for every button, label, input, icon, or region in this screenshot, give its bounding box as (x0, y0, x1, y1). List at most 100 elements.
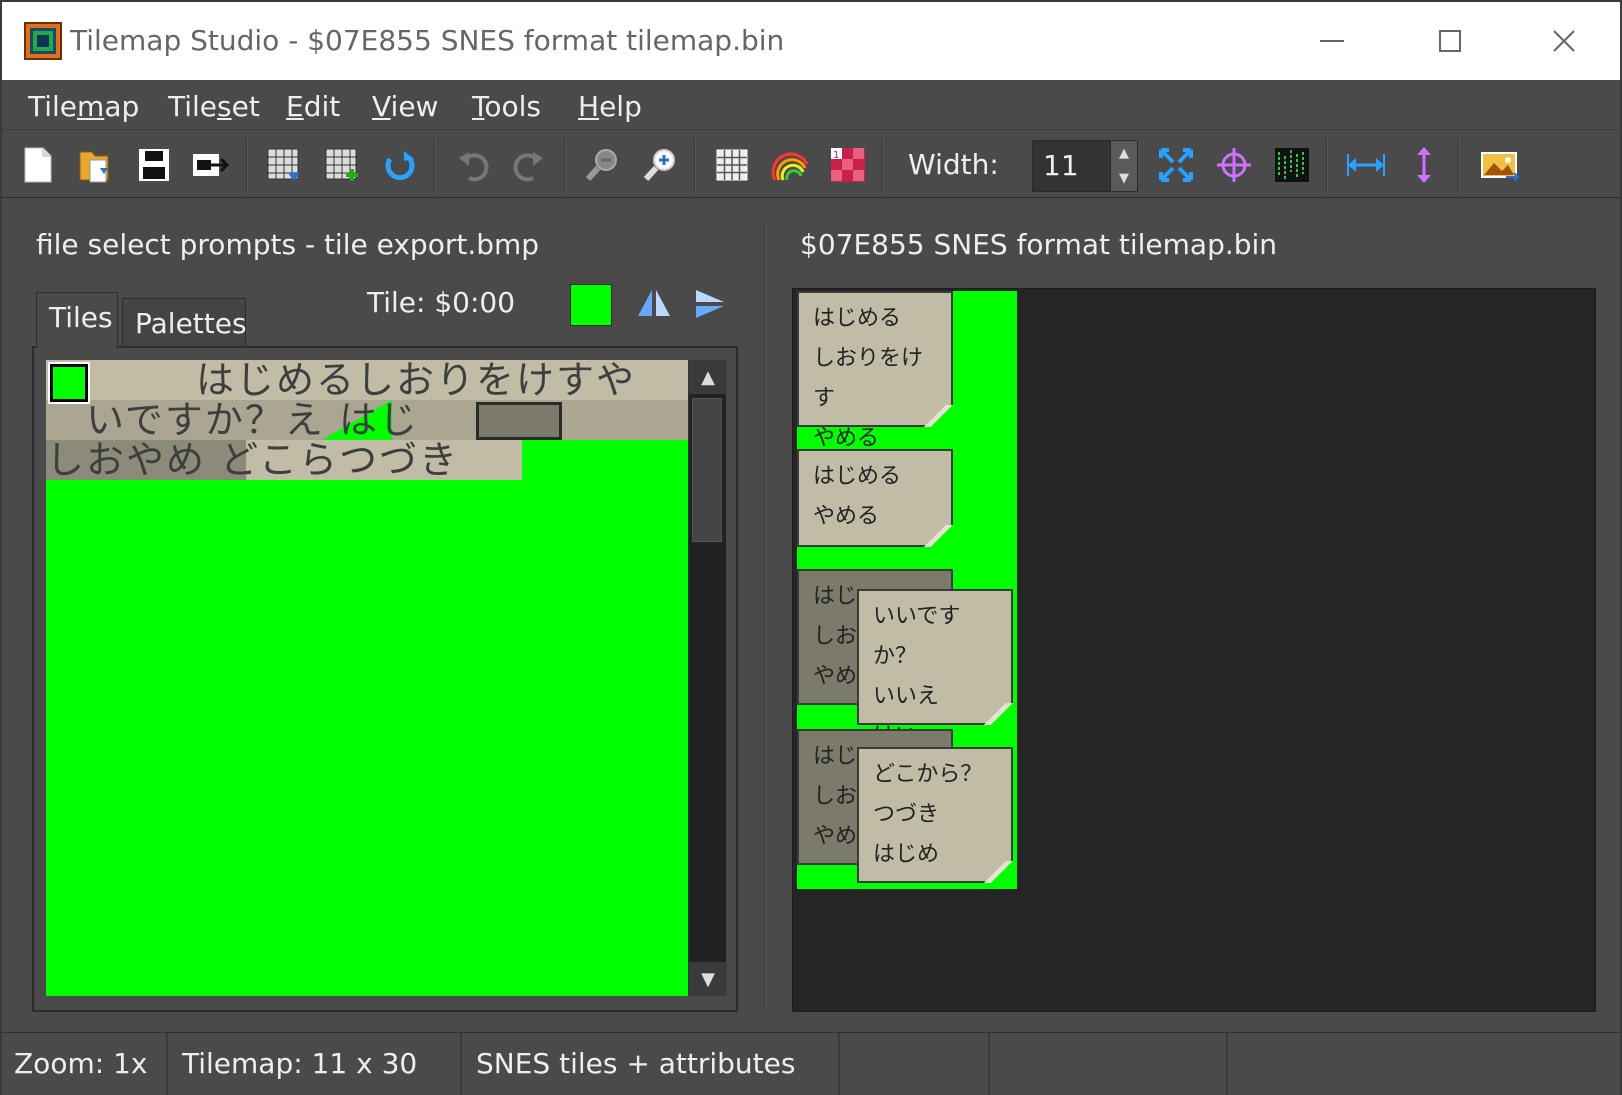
tab-tiles[interactable]: Tiles (36, 292, 118, 348)
width-spinner[interactable]: ▲ ▼ (1110, 140, 1138, 192)
panel-splitter[interactable] (764, 222, 766, 1012)
toolbar-separator (882, 138, 884, 194)
height-resize-button[interactable] (1400, 142, 1448, 188)
new-button[interactable] (14, 142, 62, 188)
transpose-icon (1275, 148, 1309, 182)
svg-text:1: 1 (833, 150, 839, 161)
box-line: いいですか？ (873, 604, 961, 669)
menu-tilemap[interactable]: Tilemap (28, 90, 139, 123)
menu-tools[interactable]: Tools (472, 90, 541, 123)
prompt-box: どこから？ つづき はじめ (857, 747, 1013, 883)
zoom-in-icon (643, 149, 675, 182)
prompt-box: はじめる やめる (797, 449, 953, 547)
minimize-button[interactable] (1302, 16, 1362, 66)
toolbar: 1 Width: 11 ▲ ▼ (2, 132, 1620, 198)
undo-button[interactable] (448, 142, 496, 188)
menu-view[interactable]: View (372, 90, 438, 123)
menu-edit[interactable]: Edit (286, 90, 340, 123)
status-empty (842, 1033, 990, 1095)
menu-mnemonic: T (472, 90, 485, 123)
rainbow-button[interactable] (766, 142, 814, 188)
tab-palettes[interactable]: Palettes (122, 298, 247, 350)
menu-mnemonic: V (372, 90, 391, 123)
toolbar-separator (1458, 138, 1460, 194)
spin-down-icon[interactable]: ▼ (1111, 166, 1137, 191)
selected-color-swatch[interactable] (570, 284, 612, 326)
title-bar[interactable]: Tilemap Studio - $07E855 SNES format til… (2, 2, 1620, 80)
spin-up-icon[interactable]: ▲ (1111, 141, 1137, 166)
width-label: Width: (908, 148, 999, 181)
new-icon (24, 147, 52, 183)
open-button[interactable] (72, 142, 120, 188)
page-curl (919, 525, 953, 547)
reload-button[interactable] (376, 142, 424, 188)
open-icon (79, 151, 109, 183)
width-input[interactable]: 11 (1032, 140, 1112, 192)
tileset-canvas[interactable]: はじめるしおりをけすや いですか？え はじ しおやめ どこらつづき (46, 360, 688, 996)
menu-mnemonic: H (578, 90, 600, 123)
toolbar-separator (564, 138, 566, 194)
height-icon (1417, 147, 1431, 183)
redo-button[interactable] (506, 142, 554, 188)
width-icon (1347, 154, 1385, 176)
resize-button[interactable] (1152, 142, 1200, 188)
prompt-box: いいですか？ いいえ はい (857, 589, 1013, 749)
undo-icon (459, 152, 489, 182)
maximize-button[interactable] (1420, 16, 1480, 66)
redo-icon (513, 152, 543, 182)
shift-icon (1217, 148, 1251, 182)
shift-button[interactable] (1210, 142, 1258, 188)
tiles-scrollbar[interactable]: ▲ ▼ (688, 360, 727, 996)
status-tilemap-size: Tilemap: 11 x 30 (170, 1033, 462, 1095)
menu-mnemonic: m (77, 90, 105, 123)
export-button[interactable] (186, 142, 234, 188)
close-button[interactable] (1534, 16, 1594, 66)
attributes-button[interactable]: 1 (824, 142, 872, 188)
flip-horizontal-button[interactable] (634, 284, 674, 324)
zoom-out-icon (585, 149, 617, 182)
box-line: どこから？ (873, 762, 983, 787)
save-icon (139, 149, 169, 181)
toolbar-separator (1326, 138, 1328, 194)
resize-icon (1159, 148, 1193, 182)
zoom-in-button[interactable] (636, 142, 684, 188)
add-tiles-button[interactable] (318, 142, 366, 188)
tile-dark-block (476, 402, 562, 440)
scroll-thumb[interactable] (692, 398, 722, 542)
minimize-icon (1320, 40, 1344, 42)
menu-mnemonic: E (286, 90, 304, 123)
tileset-title: file select prompts - tile export.bmp (36, 228, 540, 261)
tiles-frame: はじめるしおりをけすや いですか？え はじ しおやめ どこらつづき ▲ ▼ (32, 346, 738, 1012)
flip-horizontal-icon (638, 290, 670, 316)
menu-help[interactable]: Help (578, 90, 642, 123)
page-curl (979, 703, 1013, 725)
box-line: はじめる (813, 464, 902, 489)
tilemap-title: $07E855 SNES format tilemap.bin (800, 228, 1278, 261)
flip-vertical-icon (696, 290, 724, 318)
save-button[interactable] (130, 142, 178, 188)
load-tiles-button[interactable] (260, 142, 308, 188)
attributes-icon: 1 (831, 148, 865, 182)
image-export-button[interactable] (1476, 142, 1524, 188)
selected-tile[interactable] (48, 362, 90, 404)
scroll-up-icon[interactable]: ▲ (689, 360, 727, 394)
menu-mnemonic: s (217, 90, 232, 123)
app-icon (24, 22, 62, 60)
transpose-button[interactable] (1268, 142, 1316, 188)
menu-tileset[interactable]: Tileset (168, 90, 260, 123)
flip-vertical-button[interactable] (690, 284, 730, 324)
reload-icon (385, 151, 415, 181)
app-window: Tilemap Studio - $07E855 SNES format til… (0, 0, 1622, 1095)
menu-bar: Tilemap Tileset Edit View Tools Help (2, 80, 1620, 130)
tilemap-canvas[interactable]: はじめる しおりをけす やめる はじめる やめる はじ しお やめ いいですか？… (792, 288, 1596, 1012)
tile-row-3: しおやめ どこらつづき (46, 438, 459, 482)
status-format: SNES tiles + attributes (464, 1033, 840, 1095)
rainbow-icon (771, 152, 809, 181)
scroll-down-icon[interactable]: ▼ (689, 962, 727, 996)
grid-button[interactable] (708, 142, 756, 188)
width-resize-button[interactable] (1342, 142, 1390, 188)
status-empty (992, 1033, 1228, 1095)
tile-row-1: はじめるしおりをけすや (196, 360, 637, 402)
zoom-out-button[interactable] (578, 142, 626, 188)
close-icon (1553, 30, 1575, 52)
